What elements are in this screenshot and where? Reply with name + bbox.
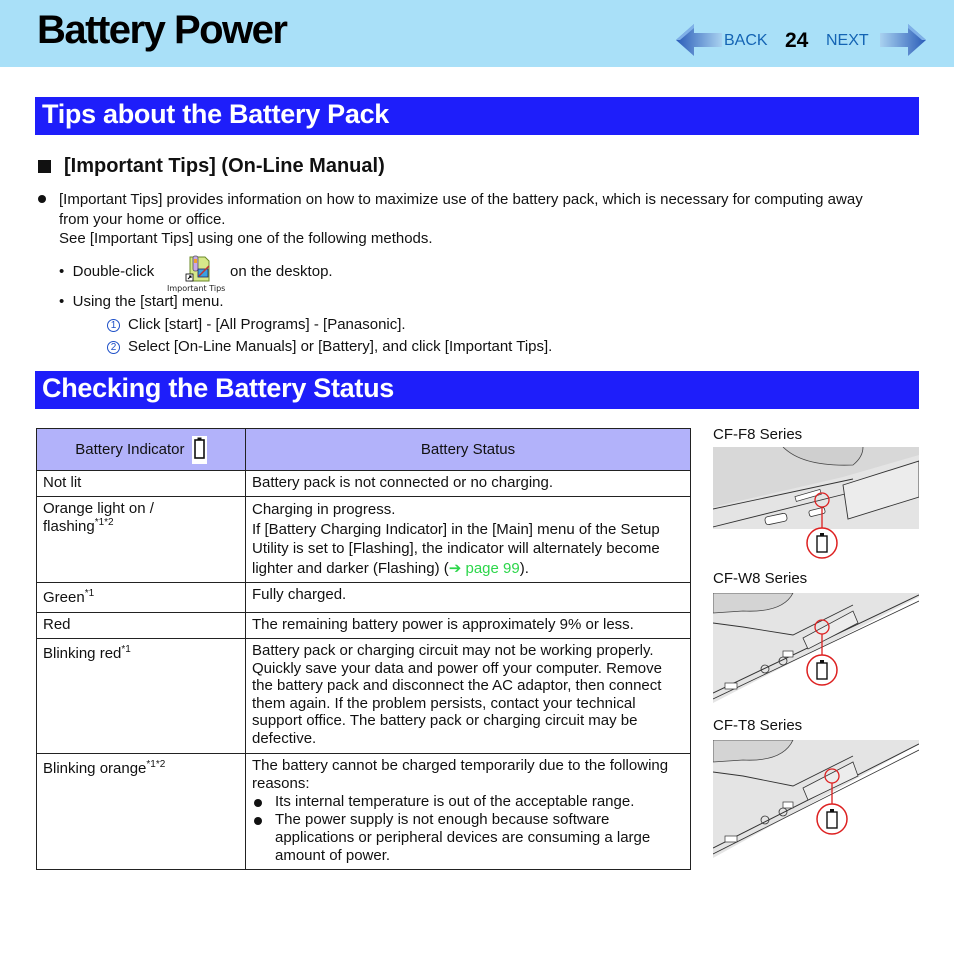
section-heading-status: Checking the Battery Status: [35, 371, 919, 409]
indicator-cell: Blinking red*1: [36, 638, 246, 754]
status-cell: Battery pack or charging circuit may not…: [245, 638, 691, 754]
intro-paragraph: [Important Tips] provides information on…: [59, 190, 929, 249]
table-row: Blinking orange*1*2 The battery cannot b…: [36, 753, 691, 870]
indicator-cell: Blinking orange*1*2: [36, 753, 246, 870]
intro-line: [Important Tips] provides information on…: [59, 191, 863, 208]
footnote-ref: *1: [121, 644, 131, 655]
important-tips-icon: [185, 255, 210, 282]
status-text: ).: [519, 559, 529, 577]
page-number: 24: [785, 29, 809, 52]
table-header-row: Battery Indicator Battery Status: [36, 428, 691, 471]
indicator-cell: Green*1: [36, 582, 246, 613]
reason-item: The power supply is not enough because s…: [252, 811, 684, 865]
circled-number-icon: 1: [107, 319, 120, 332]
back-arrow-icon[interactable]: [676, 22, 722, 58]
status-cell: Battery pack is not connected or no char…: [245, 470, 691, 497]
battery-icon: [191, 435, 207, 464]
series-label-cf-t8: CF-T8 Series: [713, 717, 803, 734]
step-text: Select [On-Line Manuals] or [Battery], a…: [128, 338, 553, 355]
indicator-text: Orange light on /: [43, 500, 154, 517]
footnote-ref: *1*2: [94, 517, 114, 528]
indicator-cell: Orange light on / flashing*1*2: [36, 496, 246, 583]
method-text: Double-click: [72, 263, 155, 280]
page-title: Battery Power: [37, 8, 288, 52]
page-navigation: BACK 24 NEXT: [676, 20, 926, 60]
status-cell: Fully charged.: [245, 582, 691, 613]
reasons-list: Its internal temperature is out of the a…: [252, 793, 684, 865]
bullet-icon: [38, 195, 46, 203]
desktop-icon-label: Important Tips: [167, 284, 226, 293]
page-99-link[interactable]: ➔ page 99: [449, 560, 520, 577]
back-link[interactable]: BACK: [724, 32, 768, 50]
table-row: Red The remaining battery power is appro…: [36, 612, 691, 639]
status-cell: Charging in progress. If [Battery Chargi…: [245, 496, 691, 583]
cf-f8-illustration: [713, 447, 919, 559]
header-text: Battery Indicator: [75, 440, 185, 458]
indicator-text: Blinking red: [43, 645, 122, 662]
cf-w8-illustration: [713, 593, 919, 703]
status-text: Charging in progress.: [252, 501, 396, 518]
indicator-cell: Not lit: [36, 470, 246, 497]
method-double-click: • Double-click: [59, 263, 154, 280]
method-suffix: on the desktop.: [230, 263, 333, 280]
indicator-text: flashing: [43, 518, 95, 535]
table-row: Blinking red*1 Battery pack or charging …: [36, 638, 691, 754]
column-header-indicator: Battery Indicator: [36, 428, 246, 471]
important-tips-desktop-icon[interactable]: Important Tips: [167, 255, 227, 295]
method-text: Using the [start] menu.: [72, 293, 224, 310]
subheading-important-tips: [Important Tips] (On-Line Manual): [38, 155, 385, 178]
intro-line: from your home or office.: [59, 210, 226, 228]
status-text: The battery cannot be charged temporaril…: [252, 757, 669, 792]
indicator-cell: Red: [36, 612, 246, 639]
method-start-menu: • Using the [start] menu.: [59, 293, 224, 310]
indicator-text: Green: [43, 589, 85, 606]
footnote-ref: *1*2: [146, 759, 166, 770]
series-label-cf-f8: CF-F8 Series: [713, 426, 803, 443]
step-2: 2 Select [On-Line Manuals] or [Battery], …: [107, 338, 552, 355]
step-1: 1 Click [start] - [All Programs] - [Panas…: [107, 316, 406, 333]
small-bullet-icon: •: [59, 263, 65, 280]
table-row: Orange light on / flashing*1*2 Charging …: [36, 496, 691, 583]
next-link[interactable]: NEXT: [826, 32, 869, 50]
small-bullet-icon: •: [59, 293, 65, 310]
status-cell: The remaining battery power is approxima…: [245, 612, 691, 639]
step-text: Click [start] - [All Programs] - [Panaso…: [128, 316, 406, 333]
next-arrow-icon[interactable]: [880, 22, 926, 58]
square-bullet-icon: [38, 160, 51, 173]
column-header-status: Battery Status: [245, 428, 691, 471]
circled-number-icon: 2: [107, 341, 120, 354]
table-row: Not lit Battery pack is not connected or…: [36, 470, 691, 497]
subheading-text: [Important Tips] (On-Line Manual): [64, 155, 385, 177]
series-label-cf-w8: CF-W8 Series: [713, 570, 808, 587]
intro-line: See [Important Tips] using one of the fo…: [59, 230, 433, 247]
reason-item: Its internal temperature is out of the a…: [252, 793, 684, 811]
indicator-text: Red: [43, 616, 71, 633]
status-cell: The battery cannot be charged temporaril…: [245, 753, 691, 870]
page-header: Battery Power BACK 24 NEXT: [0, 0, 954, 67]
battery-status-table: Battery Indicator Battery Status Not lit…: [36, 428, 691, 870]
indicator-text: Blinking orange: [43, 760, 147, 777]
indicator-text: Not lit: [43, 474, 82, 491]
section-heading-tips: Tips about the Battery Pack: [35, 97, 919, 135]
footnote-ref: *1: [84, 588, 95, 599]
cf-t8-illustration: [713, 740, 919, 858]
table-row: Green*1 Fully charged.: [36, 582, 691, 613]
